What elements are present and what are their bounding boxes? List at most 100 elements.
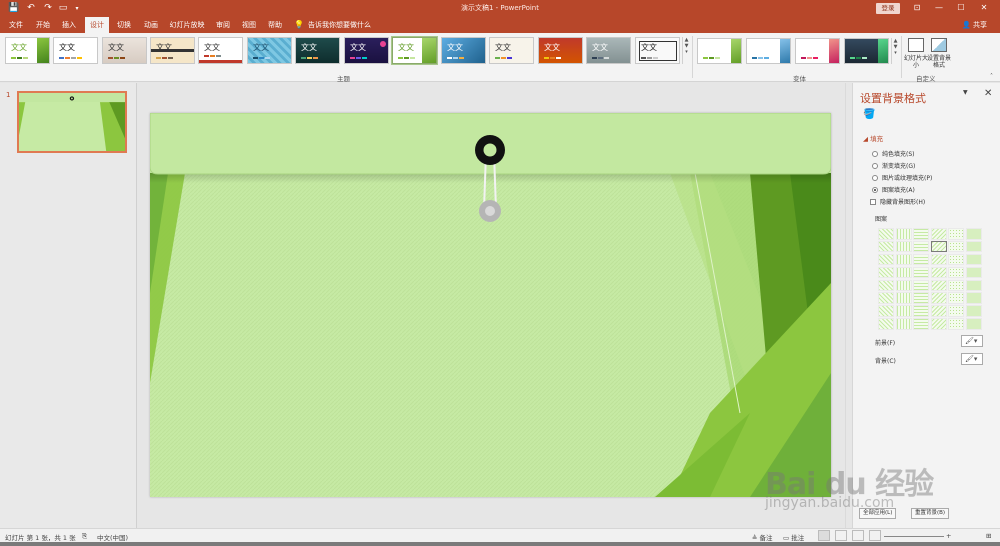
fill-section-header[interactable]: ◢ 填充 (863, 133, 883, 143)
pattern-swatch[interactable] (913, 253, 929, 266)
pattern-swatch[interactable] (965, 318, 982, 330)
variant-gallery-scroll[interactable]: ▲ ▼ ▾ (891, 38, 899, 64)
pattern-swatch[interactable] (913, 266, 929, 279)
tab-design[interactable]: 设计 (85, 17, 109, 33)
slide-sorter-icon[interactable] (835, 530, 847, 541)
tab-animations[interactable]: 动画 (140, 17, 162, 33)
pattern-swatch[interactable] (913, 292, 929, 304)
pattern-swatch[interactable] (965, 292, 982, 304)
pattern-swatch[interactable] (965, 305, 982, 317)
language-indicator[interactable]: 中文(中国) (97, 532, 128, 542)
maximize-button[interactable]: ☐ (951, 2, 971, 14)
hide-background-graphics-option[interactable]: 隐藏背景图形(H) (870, 197, 925, 206)
solid-fill-option[interactable]: 纯色填充(S) (872, 149, 915, 158)
pattern-swatch[interactable] (878, 318, 894, 330)
format-background-button[interactable]: 设置背景格式 (927, 55, 951, 69)
pattern-swatch[interactable] (878, 266, 894, 279)
pattern-swatch[interactable] (948, 305, 964, 317)
theme-thumbnail[interactable]: 文文 (198, 37, 243, 64)
tab-transitions[interactable]: 切换 (113, 17, 135, 33)
normal-view-icon[interactable] (818, 530, 830, 541)
minimize-button[interactable]: — (929, 2, 949, 14)
pattern-swatch[interactable] (913, 318, 929, 330)
pattern-swatch[interactable] (878, 240, 894, 253)
format-background-icon[interactable] (931, 38, 947, 52)
apply-to-all-button[interactable]: 全部应用(L) (859, 508, 897, 519)
variant-thumbnail[interactable] (746, 38, 791, 64)
ribbon-display-icon[interactable]: ⊡ (907, 2, 927, 14)
pattern-swatch[interactable] (965, 266, 982, 279)
pattern-fill-option[interactable]: 图案填充(A) (872, 185, 915, 194)
tab-review[interactable]: 审阅 (212, 17, 234, 33)
slide[interactable] (150, 113, 831, 497)
theme-thumbnail[interactable]: 文文 (489, 37, 534, 64)
slide-size-button[interactable]: 幻灯片大小 (903, 55, 929, 69)
pattern-swatch[interactable] (930, 266, 947, 279)
theme-thumbnail[interactable]: 文文 (538, 37, 583, 64)
radio-button-selected[interactable] (872, 186, 878, 193)
variant-thumbnail[interactable] (795, 38, 840, 64)
pattern-swatch[interactable] (930, 318, 947, 330)
theme-thumbnail[interactable]: 文文 (295, 37, 340, 64)
pattern-swatch[interactable] (948, 266, 964, 279)
zoom-slider[interactable] (884, 536, 944, 537)
pattern-swatch[interactable] (913, 228, 929, 240)
pattern-swatch[interactable] (895, 240, 912, 253)
slideshow-view-icon[interactable] (869, 530, 881, 541)
pattern-swatch[interactable] (878, 253, 894, 266)
theme-thumbnail[interactable]: 文文 (247, 37, 292, 64)
theme-thumbnail[interactable]: 文文 (344, 37, 389, 64)
pattern-swatch[interactable] (913, 240, 929, 253)
tell-me-search[interactable]: 告诉我你想要做什么 (308, 17, 372, 33)
theme-thumbnail[interactable]: 文文 (5, 37, 50, 64)
pattern-swatch[interactable] (878, 228, 894, 240)
picture-fill-option[interactable]: 图片或纹理填充(P) (872, 173, 932, 182)
pattern-swatch-selected[interactable] (930, 240, 947, 253)
slide-size-icon[interactable] (908, 38, 924, 52)
theme-thumbnail[interactable]: 文文 (586, 37, 631, 64)
pattern-swatch[interactable] (965, 253, 982, 266)
pattern-swatch[interactable] (930, 292, 947, 304)
slide-thumbnail[interactable] (17, 91, 127, 153)
pattern-swatch[interactable] (878, 305, 894, 317)
pattern-swatch[interactable] (913, 279, 929, 292)
pattern-swatch[interactable] (965, 240, 982, 253)
theme-gallery-scroll[interactable]: ▲ ▼ ▾ (682, 37, 690, 64)
close-button[interactable]: ✕ (974, 2, 994, 14)
background-color-picker[interactable]: 🖌▾ (961, 353, 983, 365)
login-button[interactable]: 登录 (876, 3, 900, 14)
foreground-color-picker[interactable]: 🖌▾ (961, 335, 983, 347)
notes-button[interactable]: ≜ 备注 (752, 532, 773, 542)
tab-insert[interactable]: 插入 (58, 17, 80, 33)
tab-file[interactable]: 文件 (6, 17, 26, 33)
pattern-swatch[interactable] (895, 318, 912, 330)
reset-background-button[interactable]: 重置背景(B) (911, 508, 950, 519)
theme-thumbnail[interactable]: 文文 (150, 37, 195, 64)
pattern-swatch[interactable] (895, 279, 912, 292)
pattern-swatch[interactable] (930, 305, 947, 317)
pattern-swatch[interactable] (895, 228, 912, 240)
tab-view[interactable]: 视图 (238, 17, 260, 33)
radio-button[interactable] (872, 150, 878, 157)
collapse-ribbon-icon[interactable]: ˄ (990, 73, 993, 80)
radio-button[interactable] (872, 174, 878, 181)
pattern-swatch[interactable] (930, 253, 947, 266)
pattern-swatch[interactable] (930, 228, 947, 240)
zoom-in-icon[interactable]: + (946, 532, 951, 540)
radio-button[interactable] (872, 162, 878, 169)
pattern-swatch[interactable] (948, 253, 964, 266)
pane-options-icon[interactable]: ▼ (963, 89, 968, 96)
comments-button[interactable]: ▭ 批注 (783, 532, 804, 542)
theme-thumbnail[interactable]: 文文 (53, 37, 98, 64)
pattern-swatch[interactable] (948, 279, 964, 292)
share-button[interactable]: 👤 共享 (962, 17, 987, 33)
reading-view-icon[interactable] (852, 530, 864, 541)
pattern-swatch[interactable] (948, 292, 964, 304)
pattern-swatch[interactable] (930, 279, 947, 292)
pattern-swatch[interactable] (878, 292, 894, 304)
canvas-scrollbar[interactable] (845, 83, 852, 528)
pattern-swatch[interactable] (895, 305, 912, 317)
pattern-swatch[interactable] (895, 292, 912, 304)
pattern-swatch[interactable] (948, 228, 964, 240)
pattern-swatch[interactable] (878, 279, 894, 292)
